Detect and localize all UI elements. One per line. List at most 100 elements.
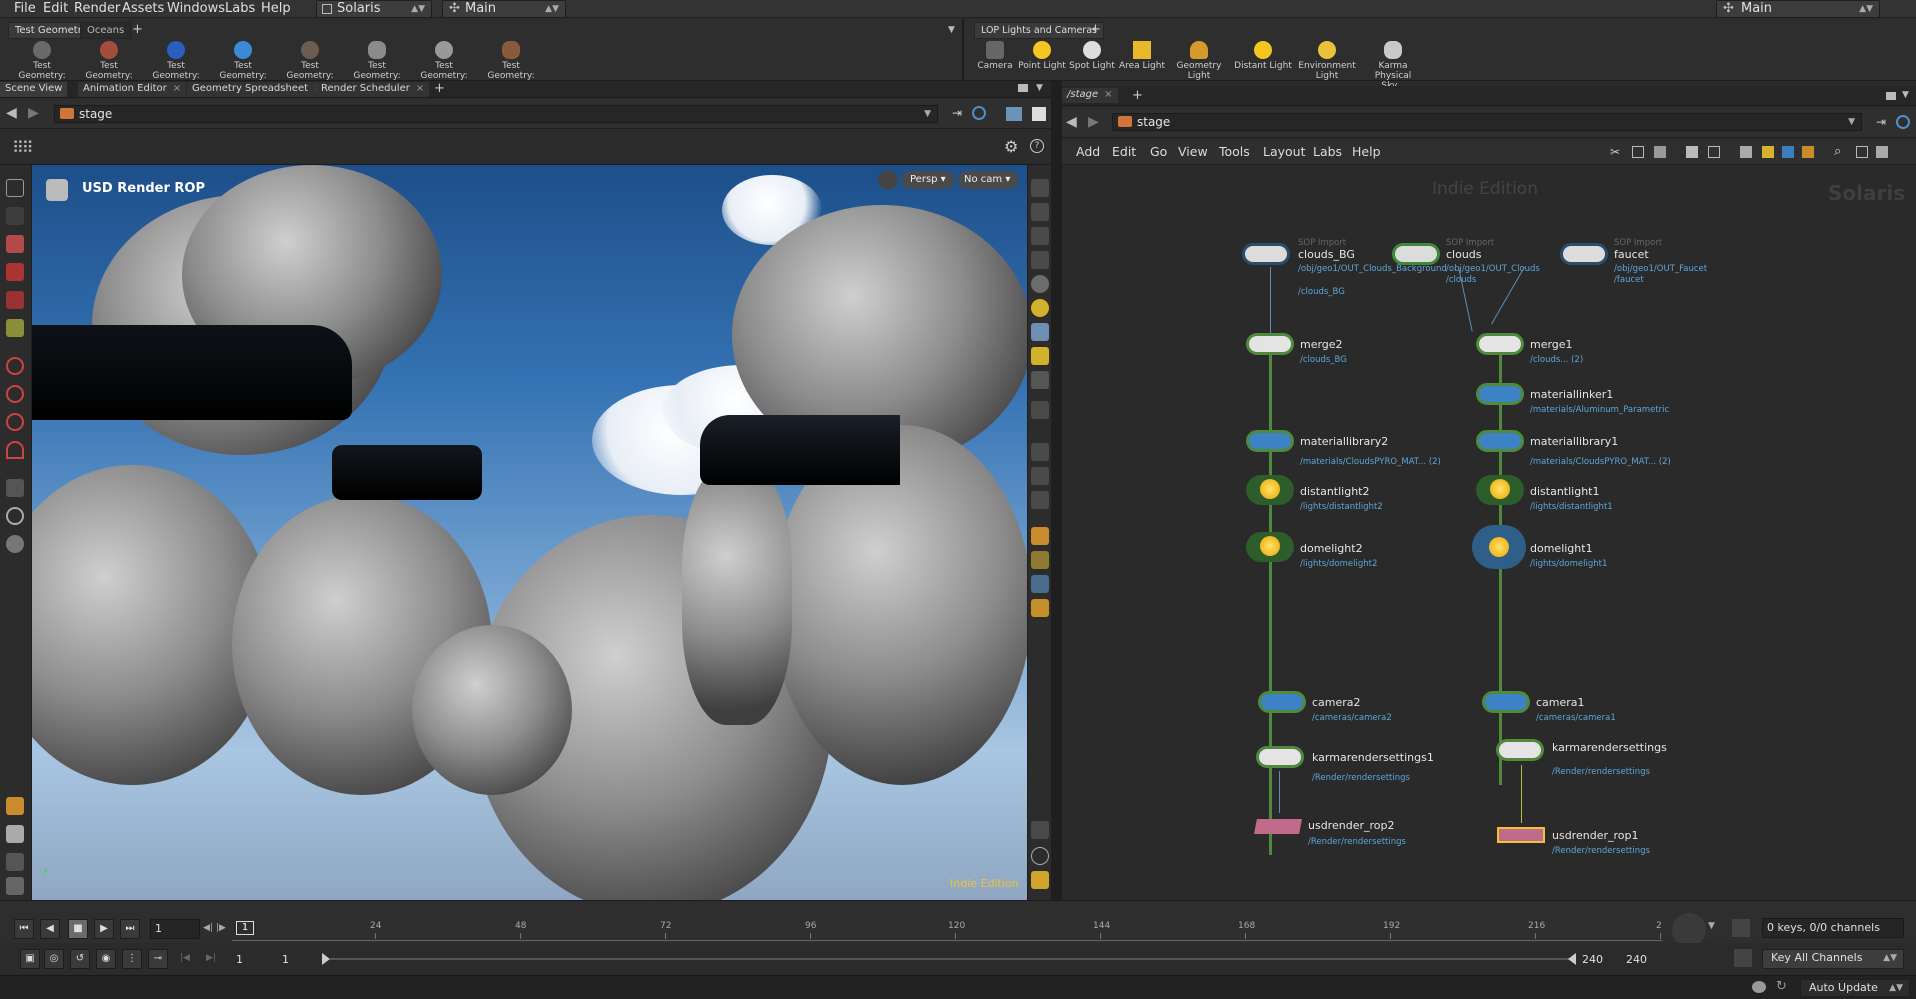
light-icon[interactable] — [1031, 299, 1049, 317]
tab-stage[interactable]: /stage × — [1062, 88, 1118, 103]
camera-menu[interactable]: No cam ▾ — [958, 171, 1018, 189]
light-tool-icon[interactable] — [6, 357, 24, 375]
pane-menu-icon[interactable]: ▼ — [1036, 83, 1043, 93]
key-channels-icon[interactable] — [1734, 949, 1752, 967]
pane-menu-icon[interactable]: ▼ — [1902, 90, 1909, 100]
menu-labs[interactable]: Labs — [1313, 144, 1342, 159]
play-reverse-button[interactable]: ◀ — [40, 919, 60, 939]
tab-render-scheduler[interactable]: Render Scheduler × — [316, 82, 430, 97]
lock-icon[interactable] — [1031, 227, 1049, 245]
pose-tool-icon[interactable] — [6, 385, 24, 403]
menu-layout[interactable]: Layout — [1263, 144, 1306, 159]
realtime-toggle-icon[interactable]: ▣ — [20, 949, 40, 969]
brush-tool-icon[interactable] — [6, 825, 24, 843]
layout-icon[interactable] — [1632, 146, 1644, 158]
image-icon[interactable] — [1782, 146, 1794, 158]
range-slider-track[interactable] — [330, 958, 1570, 960]
node-domelight1[interactable] — [1472, 525, 1526, 569]
loop-icon[interactable]: ↺ — [70, 949, 90, 969]
tab-geometry-spreadsheet[interactable]: Geometry Spreadsheet× — [187, 82, 328, 97]
current-frame-field[interactable]: 1 — [150, 919, 200, 939]
display-options-icon[interactable] — [1031, 203, 1049, 221]
layers-tool-icon[interactable] — [6, 853, 24, 871]
add-tab-icon[interactable]: + — [434, 81, 445, 96]
auto-update-dropdown[interactable]: Auto Update ▲▼ — [1800, 979, 1910, 997]
frame-marker[interactable]: 1 — [236, 921, 254, 935]
tiles-icon[interactable] — [1708, 146, 1720, 158]
tool-karma-sky[interactable]: Karma Physical Sky... — [1362, 41, 1424, 91]
maximize-icon[interactable] — [1018, 84, 1028, 92]
refresh-icon[interactable]: ↻ — [1776, 979, 1787, 994]
sphere-icon[interactable] — [1031, 275, 1049, 293]
node-camera1[interactable] — [1482, 691, 1530, 713]
grid-icon[interactable] — [1686, 146, 1698, 158]
hand-tool-icon[interactable] — [6, 877, 24, 895]
scene-viewport[interactable]: USD Render ROP Persp ▾ No cam ▾ ↗ Indie … — [32, 165, 1027, 900]
view-tool-icon[interactable] — [6, 479, 24, 497]
node-distantlight1[interactable] — [1476, 475, 1524, 505]
sticky-icon[interactable] — [1740, 146, 1752, 158]
wrench-icon[interactable]: ✂ — [1610, 145, 1620, 159]
desktop-dropdown[interactable]: Solaris ▲▼ — [316, 0, 432, 18]
menu-go[interactable]: Go — [1150, 144, 1167, 159]
lock-camera-icon[interactable] — [878, 171, 898, 189]
node-merge2[interactable] — [1246, 333, 1294, 355]
volume-icon[interactable] — [1031, 599, 1049, 617]
range-end2-field[interactable]: 240 — [1622, 951, 1662, 969]
context-dropdown[interactable]: ✣ Main ▲▼ — [442, 0, 566, 18]
keys-icon[interactable] — [1732, 919, 1750, 937]
tool-area-light[interactable]: Area Light — [1111, 41, 1173, 71]
shelf-menu-icon[interactable]: ▼ — [948, 25, 955, 35]
chevron-down-icon[interactable]: ▼ — [1708, 921, 1715, 931]
shading-icon[interactable] — [1031, 323, 1049, 341]
forward-arrow-icon[interactable]: ▶ — [28, 105, 39, 121]
ghost-icon[interactable] — [1031, 443, 1049, 461]
node-karmarendersettings[interactable] — [1496, 739, 1544, 761]
lock-tool-icon[interactable] — [6, 207, 24, 225]
right-desktop-dropdown[interactable]: ✣ Main ▲▼ — [1716, 0, 1880, 18]
node-materiallibrary2[interactable] — [1246, 430, 1294, 452]
gear-icon[interactable]: ⚙ — [1004, 137, 1018, 156]
range-start-field[interactable]: 1 — [232, 951, 272, 969]
persp-menu[interactable]: Persp ▾ — [902, 171, 954, 189]
node-clouds[interactable] — [1392, 243, 1440, 265]
step-back-icon[interactable]: ◀| — [203, 923, 213, 933]
next-key-icon[interactable]: ▶| — [206, 953, 216, 963]
link-icon[interactable] — [972, 106, 986, 120]
snapshot-icon[interactable] — [1032, 107, 1046, 121]
pin-icon[interactable]: ⇥ — [952, 106, 962, 120]
cloud-icon[interactable] — [1752, 981, 1766, 993]
play-button[interactable]: ▶ — [94, 919, 114, 939]
search-icon[interactable]: ⌕ — [1834, 144, 1841, 159]
node-distantlight2[interactable] — [1246, 475, 1294, 505]
magnet-tool-icon[interactable] — [6, 441, 24, 459]
menu-labs[interactable]: Labs — [225, 1, 255, 16]
frame-icon[interactable] — [1856, 146, 1868, 158]
bucket-tool-icon[interactable] — [6, 797, 24, 815]
node-usdrender-rop2[interactable] — [1254, 819, 1302, 834]
tab-scene-view[interactable]: Scene View — [0, 82, 68, 97]
node-materiallinker1[interactable] — [1476, 383, 1524, 405]
tab-animation-editor[interactable]: Animation Editor × — [78, 82, 187, 97]
shelf-tab-lop-lights[interactable]: LOP Lights and Cameras — [974, 22, 1104, 39]
close-icon[interactable]: × — [1104, 89, 1112, 100]
node-domelight2[interactable] — [1246, 532, 1294, 562]
range-end-field[interactable]: 240 — [1578, 951, 1618, 969]
step-forward-icon[interactable]: |▶ — [216, 923, 226, 933]
tool-environment-light[interactable]: Environment Light — [1296, 41, 1358, 81]
right-path-field[interactable]: stage ▼ — [1112, 113, 1862, 131]
menu-view[interactable]: View — [1178, 144, 1208, 159]
close-icon[interactable]: × — [173, 83, 181, 94]
frame-ruler[interactable]: 1 24 48 72 96 120 144 168 192 216 2 — [232, 919, 1662, 941]
ruler-icon[interactable]: ⋮ — [122, 949, 142, 969]
snapshot-icon[interactable] — [1876, 146, 1888, 158]
menu-edit[interactable]: Edit — [1112, 144, 1136, 159]
node-merge1[interactable] — [1476, 333, 1524, 355]
scale-tool-icon[interactable] — [6, 291, 24, 309]
bulb-icon[interactable] — [1031, 371, 1049, 389]
menu-edit[interactable]: Edit — [43, 1, 68, 16]
particles-icon[interactable] — [1031, 575, 1049, 593]
geometry-icon[interactable] — [1031, 527, 1049, 545]
node-karmarendersettings1[interactable] — [1256, 746, 1304, 768]
left-path-field[interactable]: stage ▼ — [54, 105, 938, 123]
